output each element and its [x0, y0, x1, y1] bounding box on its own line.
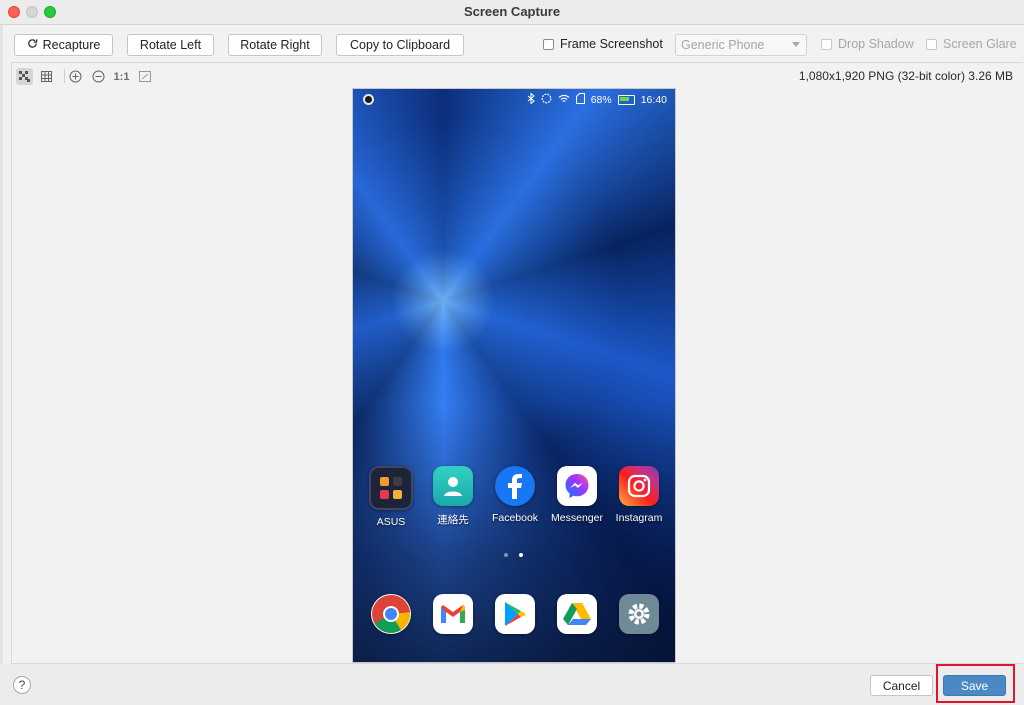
- contacts-icon: [433, 466, 473, 506]
- dock-settings[interactable]: [608, 594, 670, 634]
- rotate-left-button[interactable]: Rotate Left: [127, 34, 214, 56]
- dock-google-drive[interactable]: [546, 594, 608, 634]
- phone-screenshot-preview: 68% 16:40 ASUS 連絡先 Facebook Messenger In…: [352, 88, 676, 663]
- dock-gmail[interactable]: [422, 594, 484, 634]
- page-dot[interactable]: [504, 553, 508, 557]
- sd-card-icon: [575, 93, 585, 107]
- rotate-left-label: Rotate Left: [139, 38, 202, 52]
- actual-size-button[interactable]: 1:1: [113, 68, 130, 85]
- wifi-icon: [558, 94, 570, 107]
- recapture-button[interactable]: Recapture: [14, 34, 113, 56]
- rotate-right-label: Rotate Right: [240, 38, 310, 52]
- phone-time: 16:40: [640, 94, 667, 106]
- frame-screenshot-box[interactable]: [543, 38, 554, 50]
- dialog-footer: ? Cancel Save: [0, 664, 1024, 705]
- frame-screenshot-checkbox[interactable]: Frame Screenshot: [543, 37, 663, 51]
- save-highlight-box: [936, 664, 1015, 703]
- screen-capture-window: Screen Capture Recapture Rotate Left Rot…: [0, 0, 1024, 705]
- fit-to-window-icon[interactable]: [136, 68, 153, 85]
- drop-shadow-checkbox[interactable]: Drop Shadow: [821, 37, 914, 51]
- app-label: Instagram: [615, 512, 663, 524]
- messenger-icon: [557, 466, 597, 506]
- phone-status-bar: 68% 16:40: [353, 89, 675, 111]
- device-select[interactable]: Generic Phone: [675, 34, 807, 56]
- app-label: ASUS: [376, 516, 406, 528]
- google-drive-icon: [557, 594, 597, 634]
- app-label: Messenger: [551, 512, 603, 524]
- toolbar: Recapture Rotate Left Rotate Right Copy …: [0, 25, 1024, 63]
- bluetooth-icon: [527, 92, 535, 107]
- facebook-icon: [495, 466, 535, 506]
- window-title: Screen Capture: [463, 4, 561, 19]
- window-left-edge: [0, 25, 3, 665]
- rotate-right-button[interactable]: Rotate Right: [228, 34, 322, 56]
- cancel-button[interactable]: Cancel: [870, 675, 933, 696]
- gmail-icon: [433, 594, 473, 634]
- screen-glare-box[interactable]: [926, 38, 937, 50]
- settings-icon: [619, 594, 659, 634]
- recapture-label: Recapture: [42, 38, 101, 52]
- camera-icon: [363, 94, 374, 105]
- chevron-down-icon: [792, 42, 800, 47]
- screen-glare-label: Screen Glare: [943, 37, 1017, 51]
- app-instagram[interactable]: Instagram: [608, 466, 670, 524]
- asus-folder-icon: [369, 466, 413, 510]
- instagram-icon: [619, 466, 659, 506]
- frame-screenshot-label: Frame Screenshot: [560, 37, 663, 51]
- device-select-value: Generic Phone: [681, 38, 765, 52]
- copy-to-clipboard-button[interactable]: Copy to Clipboard: [336, 34, 464, 56]
- chessboard-background-icon[interactable]: [16, 68, 33, 85]
- grid-icon[interactable]: [38, 68, 55, 85]
- image-viewer: 1:1 1,080x1,920 PNG (32-bit color) 3.26 …: [11, 62, 1023, 664]
- app-messenger[interactable]: Messenger: [546, 466, 608, 524]
- refresh-icon: [27, 38, 38, 52]
- screen-glare-checkbox[interactable]: Screen Glare: [926, 37, 1017, 51]
- drop-shadow-label: Drop Shadow: [838, 37, 914, 51]
- app-contacts[interactable]: 連絡先: [422, 466, 484, 527]
- play-store-icon: [495, 594, 535, 634]
- app-facebook[interactable]: Facebook: [484, 466, 546, 524]
- battery-icon: [617, 95, 635, 105]
- page-dot-active[interactable]: [519, 553, 523, 557]
- title-bar: Screen Capture: [0, 0, 1024, 25]
- help-button[interactable]: ?: [13, 676, 31, 694]
- dock-chrome[interactable]: [360, 594, 422, 634]
- app-asus[interactable]: ASUS: [360, 466, 422, 528]
- app-label: Facebook: [491, 512, 539, 524]
- copy-to-clipboard-label: Copy to Clipboard: [349, 38, 451, 52]
- dock-play-store[interactable]: [484, 594, 546, 634]
- sync-icon: [541, 93, 552, 107]
- battery-percent: 68%: [590, 94, 612, 106]
- chrome-icon: [371, 594, 411, 634]
- image-info: 1,080x1,920 PNG (32-bit color) 3.26 MB: [798, 69, 1013, 83]
- zoom-in-icon[interactable]: [67, 68, 84, 85]
- drop-shadow-box[interactable]: [821, 38, 832, 50]
- page-indicator: [504, 553, 523, 557]
- toolbar-divider: [64, 69, 65, 83]
- zoom-out-icon[interactable]: [90, 68, 107, 85]
- app-label: 連絡先: [437, 514, 469, 526]
